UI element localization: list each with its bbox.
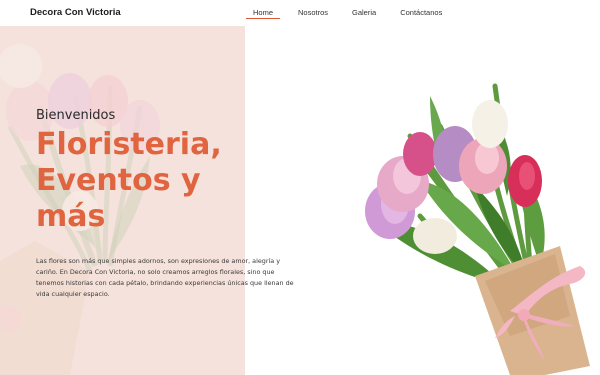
nav-link-home[interactable]: Home xyxy=(246,0,280,26)
hero-welcome: Bienvenidos xyxy=(36,108,116,123)
nav-link-nosotros[interactable]: Nosotros xyxy=(298,0,328,26)
nav-link-galeria[interactable]: Galeria xyxy=(352,0,376,26)
top-navbar: Decora Con Victoria Home Nosotros Galeri… xyxy=(0,0,600,26)
main-nav: Home Nosotros Galeria Contáctanos xyxy=(246,0,442,26)
nav-link-contactanos[interactable]: Contáctanos xyxy=(400,0,442,26)
brand-logo[interactable]: Decora Con Victoria xyxy=(30,7,121,18)
hero-description: Las flores son más que simples adornos, … xyxy=(36,257,294,298)
hero-headline: Floristeria, Eventos y más xyxy=(36,127,296,235)
headline-line-1: Floristeria, xyxy=(36,127,222,162)
headline-line-3: más xyxy=(36,199,106,234)
tulip-bouquet-image xyxy=(365,83,590,375)
hero-image xyxy=(245,26,600,375)
headline-line-2: Eventos y xyxy=(36,163,201,198)
